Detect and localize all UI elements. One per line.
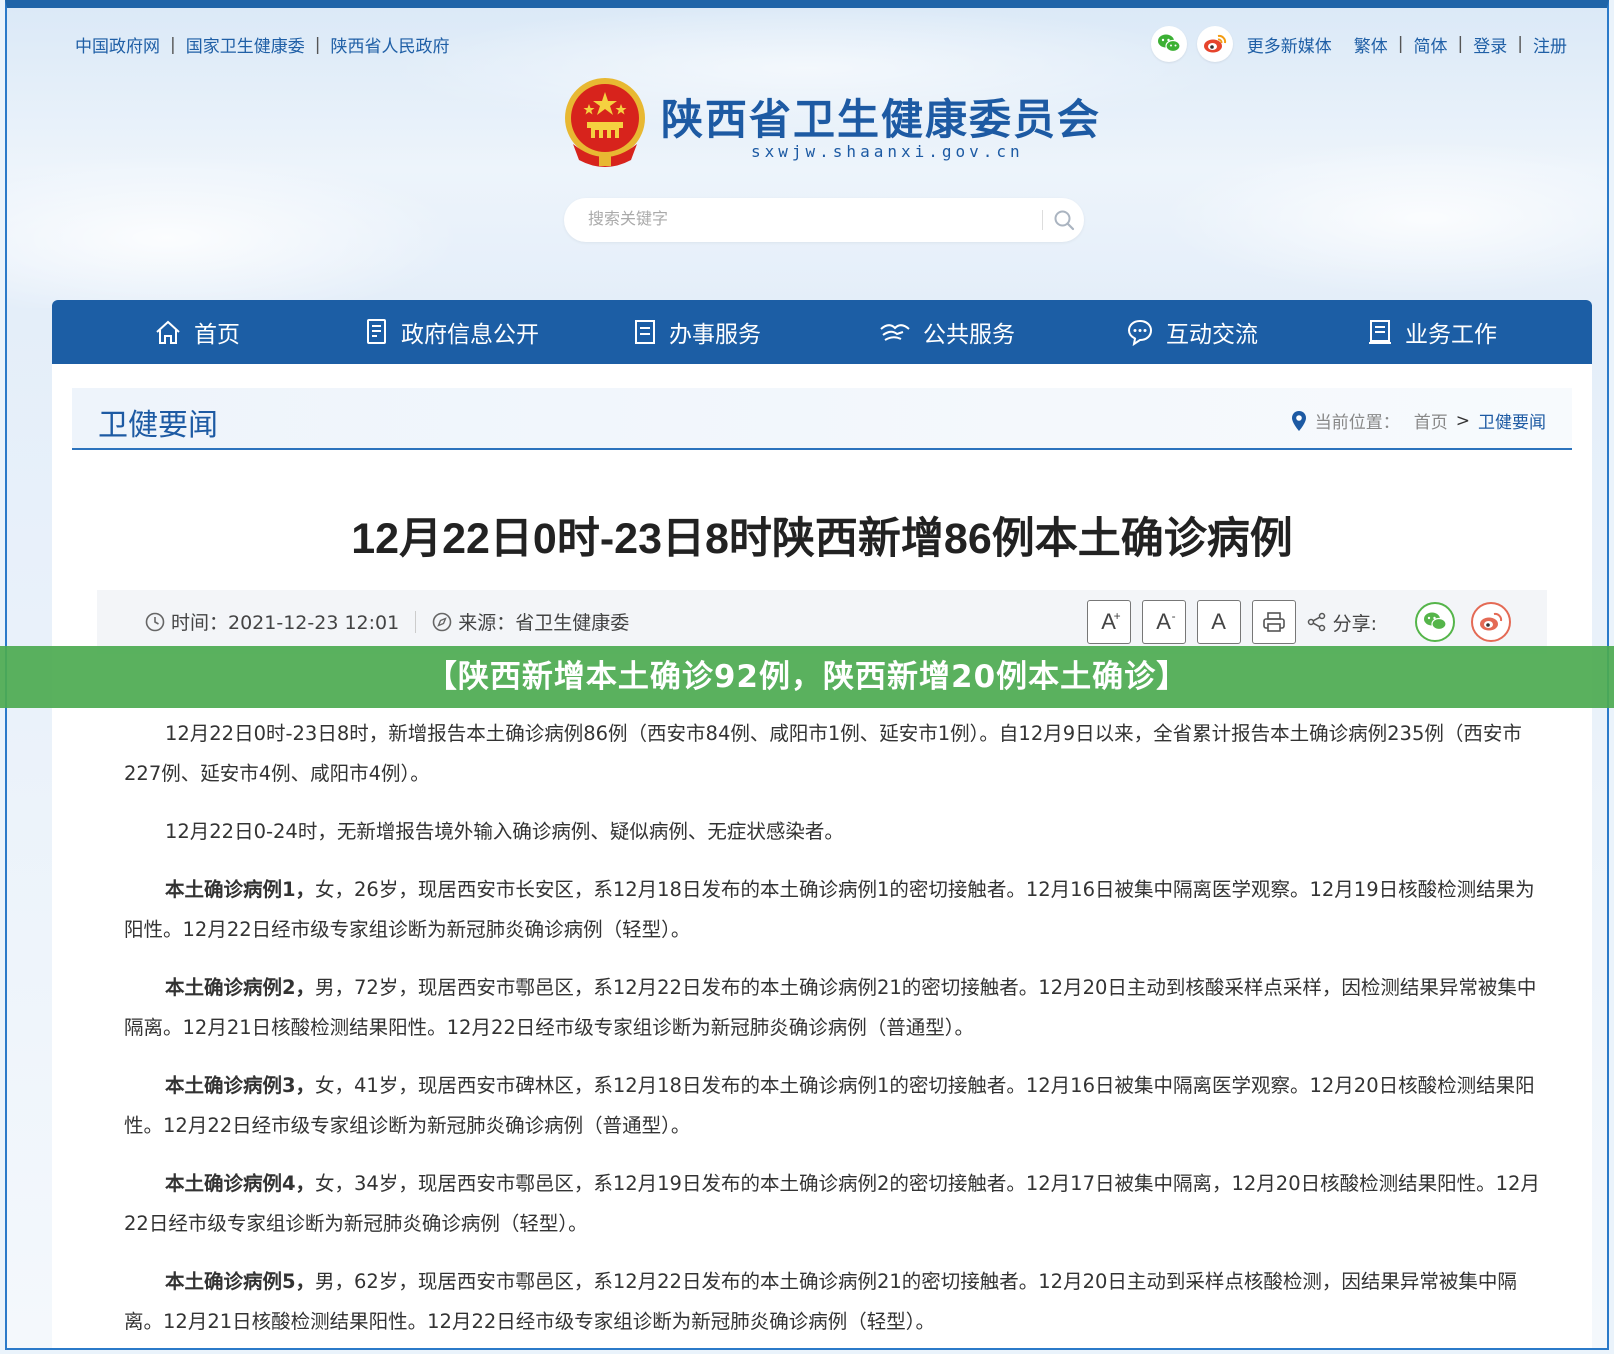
search-divider bbox=[1042, 210, 1043, 230]
article-title: 12月22日0时-23日8时陕西新增86例本土确诊病例 bbox=[351, 515, 1293, 563]
clock-icon bbox=[145, 612, 165, 631]
breadcrumb: 当前位置： 首页 > 卫健要闻 bbox=[1291, 408, 1546, 433]
breadcrumb-home[interactable]: 首页 bbox=[1414, 408, 1448, 433]
font-default-button[interactable]: A bbox=[1196, 600, 1241, 644]
search-box bbox=[564, 198, 1084, 242]
nav-item-label: 业务工作 bbox=[1405, 322, 1497, 348]
folder-icon bbox=[1369, 320, 1391, 344]
article-paragraph: 本土确诊病例1，女，26岁，现居西安市长安区，系12月18日发布的本土确诊病例1… bbox=[124, 878, 1535, 941]
link-shaanxi-gov[interactable]: 陕西省人民政府 bbox=[330, 32, 449, 57]
simplified-chinese-link[interactable]: 简体 bbox=[1414, 32, 1448, 57]
weibo-button[interactable] bbox=[1196, 26, 1233, 62]
site-domain: sxwjw.shaanxi.gov.cn bbox=[751, 142, 1024, 161]
publish-time: 时间：2021-12-23 12:01 bbox=[171, 612, 400, 634]
top-bar: 中国政府网 | 国家卫生健康委 | 陕西省人民政府 更多新媒体 繁体 | 简体 … bbox=[75, 26, 1567, 66]
article-paragraph: 本土确诊病例4，女，34岁，现居西安市鄠邑区，系12月19日发布的本土确诊病例2… bbox=[124, 1172, 1540, 1235]
weibo-icon bbox=[1203, 34, 1226, 53]
nav-item-public-services[interactable]: 公共服务 bbox=[822, 300, 1072, 364]
search-icon[interactable] bbox=[1052, 208, 1076, 232]
nav-item-label: 公共服务 bbox=[923, 322, 1015, 348]
font-decrease-button[interactable]: A- bbox=[1141, 600, 1186, 644]
article-meta-bar: 时间：2021-12-23 12:01 来源：省卫生健康委 A + A- A 分享… bbox=[97, 590, 1547, 654]
site-title: 陕西省卫生健康委员会 bbox=[661, 95, 1102, 144]
link-gov-cn[interactable]: 中国政府网 bbox=[75, 32, 160, 57]
article-tools: A + A- A 分享: bbox=[1086, 600, 1511, 644]
nav-item-services[interactable]: 办事服务 bbox=[572, 300, 822, 364]
wechat-icon bbox=[1157, 34, 1181, 53]
home-icon bbox=[156, 320, 180, 344]
handshake-icon bbox=[880, 324, 910, 341]
weibo-icon bbox=[1480, 612, 1503, 631]
breadcrumb-label: 当前位置： bbox=[1314, 413, 1400, 433]
nav-item-label: 互动交流 bbox=[1166, 322, 1258, 348]
share-label: 分享: bbox=[1307, 609, 1377, 636]
nav-item-gov-info[interactable]: 政府信息公开 bbox=[332, 300, 572, 364]
section-title: 卫健要闻 bbox=[98, 408, 218, 443]
printer-icon bbox=[1262, 612, 1285, 632]
breadcrumb-current[interactable]: 卫健要闻 bbox=[1478, 408, 1546, 433]
share-icon bbox=[1307, 612, 1325, 632]
link-nhc[interactable]: 国家卫生健康委 bbox=[186, 32, 305, 57]
top-right-tools: 更多新媒体 繁体 | 简体 | 登录 | 注册 bbox=[1150, 26, 1567, 62]
article-body: 12月22日0时-23日8时，新增报告本土确诊病例86例（西安市84例、咸阳市1… bbox=[124, 714, 1548, 1348]
nav-item-label: 办事服务 bbox=[669, 322, 761, 348]
article-paragraph: 本土确诊病例5，男，62岁，现居西安市鄠邑区，系12月22日发布的本土确诊病例2… bbox=[124, 1270, 1517, 1333]
more-media-link[interactable]: 更多新媒体 bbox=[1247, 32, 1332, 57]
national-emblem-icon bbox=[565, 78, 645, 167]
print-button[interactable] bbox=[1251, 600, 1296, 644]
document-icon bbox=[367, 319, 386, 344]
share-weibo-button[interactable] bbox=[1471, 602, 1511, 642]
breadcrumb-separator: > bbox=[1455, 410, 1470, 431]
nav-item-label: 政府信息公开 bbox=[401, 322, 539, 348]
article-paragraph: 12月22日0时-23日8时，新增报告本土确诊病例86例（西安市84例、咸阳市1… bbox=[124, 722, 1522, 785]
compass-icon bbox=[432, 612, 452, 631]
nav-item-home[interactable]: 首页 bbox=[52, 300, 332, 364]
chat-icon bbox=[1127, 319, 1153, 346]
share-wechat-button[interactable] bbox=[1415, 602, 1455, 642]
article-paragraph: 本土确诊病例2，男，72岁，现居西安市鄠邑区，系12月22日发布的本土确诊病例2… bbox=[124, 976, 1537, 1039]
traditional-chinese-link[interactable]: 繁体 bbox=[1354, 32, 1388, 57]
main-nav: 首页 政府信息公开 办事服务 公共服务 互动交流 业务工作 bbox=[52, 300, 1592, 364]
site-logo[interactable]: 陕西省卫生健康委员会 sxwjw.shaanxi.gov.cn bbox=[559, 74, 1099, 174]
top-links: 中国政府网 | 国家卫生健康委 | 陕西省人民政府 bbox=[75, 32, 449, 58]
wechat-icon bbox=[1424, 612, 1447, 631]
location-pin-icon bbox=[1291, 410, 1306, 431]
nav-item-business[interactable]: 业务工作 bbox=[1312, 300, 1552, 364]
article-paragraph: 本土确诊病例3，女，41岁，现居西安市碑林区，系12月18日发布的本土确诊病例1… bbox=[124, 1074, 1535, 1137]
register-link[interactable]: 注册 bbox=[1533, 32, 1567, 57]
search-input[interactable] bbox=[588, 206, 1008, 234]
section-header: 卫健要闻 当前位置： 首页 > 卫健要闻 bbox=[72, 388, 1572, 450]
article-meta: 时间：2021-12-23 12:01 来源：省卫生健康委 bbox=[145, 608, 629, 635]
headline-banner: 【陕西新增本土确诊92例，陕西新增20例本土确诊】 bbox=[0, 646, 1614, 708]
list-icon bbox=[635, 320, 655, 344]
font-increase-button[interactable]: A + bbox=[1086, 600, 1131, 644]
login-link[interactable]: 登录 bbox=[1473, 32, 1507, 57]
article-source: 来源：省卫生健康委 bbox=[458, 612, 630, 634]
nav-item-interaction[interactable]: 互动交流 bbox=[1072, 300, 1312, 364]
nav-item-label: 首页 bbox=[194, 322, 240, 348]
wechat-button[interactable] bbox=[1150, 26, 1187, 62]
article-paragraph: 12月22日0-24时，无新增报告境外输入确诊病例、疑似病例、无症状感染者。 bbox=[164, 820, 844, 843]
